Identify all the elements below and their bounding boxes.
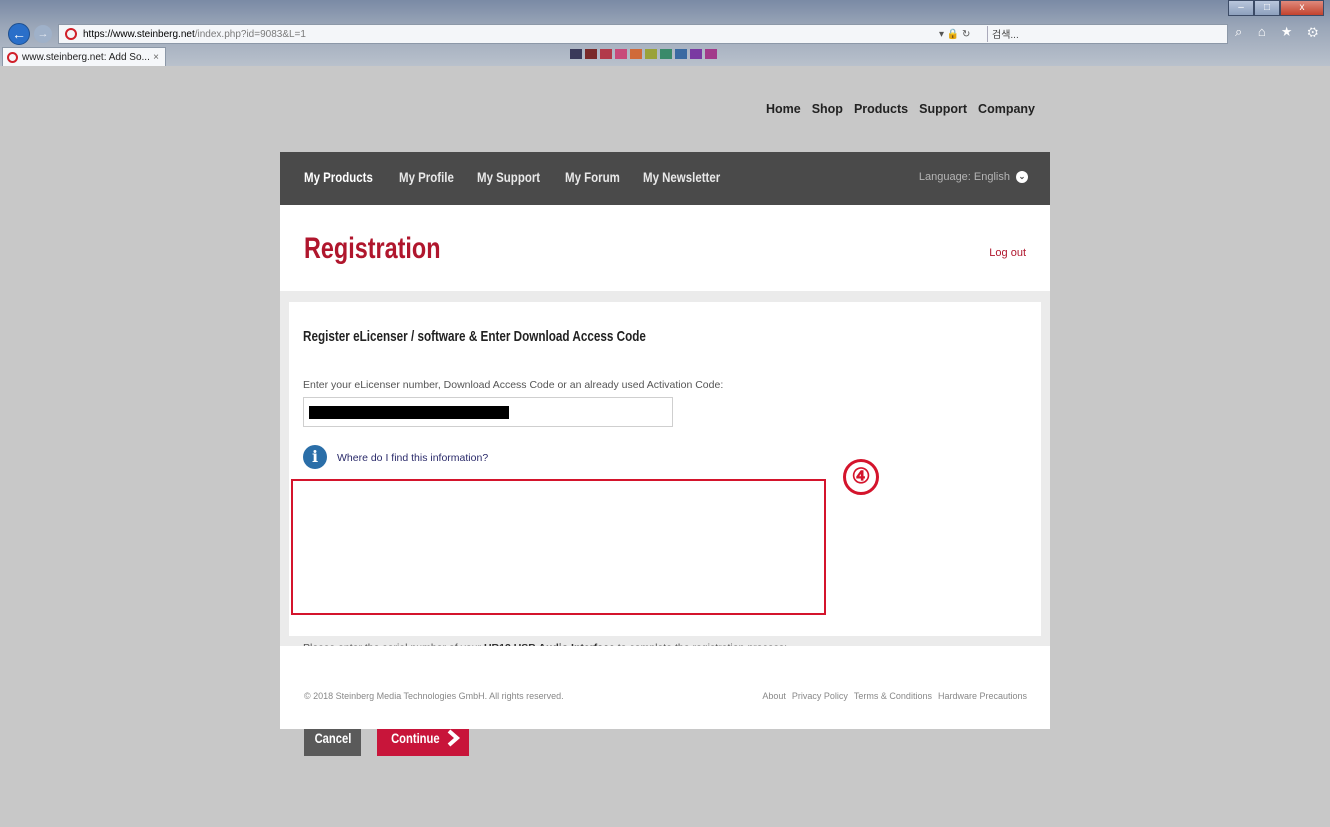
favorite-icon[interactable] bbox=[600, 49, 612, 59]
tab-favicon-icon bbox=[7, 51, 18, 63]
favorite-icon[interactable] bbox=[585, 49, 597, 59]
chevron-right-icon bbox=[447, 729, 461, 747]
nav-products[interactable]: Products bbox=[854, 102, 908, 116]
close-window-button[interactable]: x bbox=[1280, 0, 1324, 16]
nav-shop[interactable]: Shop bbox=[812, 102, 843, 116]
favorite-icon[interactable] bbox=[570, 49, 582, 59]
favorite-icon[interactable] bbox=[630, 49, 642, 59]
footer-link-terms[interactable]: Terms & Conditions bbox=[854, 691, 932, 701]
nav-home[interactable]: Home bbox=[766, 102, 801, 116]
back-button[interactable]: ← bbox=[8, 23, 30, 45]
tab-close-icon[interactable]: × bbox=[153, 52, 159, 63]
minimize-button[interactable]: – bbox=[1228, 0, 1254, 16]
continue-label: Continue bbox=[391, 730, 440, 746]
favorite-icon[interactable] bbox=[615, 49, 627, 59]
address-row: ← → https://www.steinberg.net /index.php… bbox=[0, 22, 1330, 46]
favorite-icon[interactable] bbox=[645, 49, 657, 59]
url-path: /index.php?id=9083&L=1 bbox=[194, 28, 306, 40]
favorite-icon[interactable] bbox=[705, 49, 717, 59]
browser-tab[interactable]: www.steinberg.net: Add So... × bbox=[2, 47, 166, 66]
footer-link-privacy[interactable]: Privacy Policy bbox=[792, 691, 848, 701]
maximize-button[interactable]: □ bbox=[1254, 0, 1280, 16]
account-panel: My Products My Profile My Support My For… bbox=[280, 152, 1050, 756]
account-nav-bar: My Products My Profile My Support My For… bbox=[280, 152, 1050, 205]
url-host: https://www.steinberg.net bbox=[83, 28, 195, 40]
favorite-icon[interactable] bbox=[690, 49, 702, 59]
tab-title: www.steinberg.net: Add So... bbox=[22, 51, 150, 63]
arrow-left-icon: ← bbox=[12, 26, 26, 42]
favorite-icon[interactable] bbox=[660, 49, 672, 59]
page-footer: © 2018 Steinberg Media Technologies GmbH… bbox=[280, 646, 1050, 729]
language-selector[interactable]: Language: English ⌄ bbox=[919, 171, 1028, 183]
tab-my-products[interactable]: My Products bbox=[304, 169, 373, 185]
window-controls: – □ x bbox=[1228, 0, 1324, 18]
language-label: Language: English bbox=[918, 171, 1010, 183]
site-favicon-icon bbox=[65, 28, 77, 40]
logout-link[interactable]: Log out bbox=[989, 247, 1026, 259]
tab-my-forum[interactable]: My Forum bbox=[565, 169, 620, 185]
cancel-label: Cancel bbox=[314, 730, 351, 746]
tab-my-support[interactable]: My Support bbox=[477, 169, 540, 185]
address-tools-icon[interactable]: ▾ 🔒 ↻ bbox=[939, 29, 970, 40]
info-link[interactable]: Where do I find this information? bbox=[337, 452, 488, 464]
browser-toolbar-icons[interactable]: ⌕ ⌂ ★ ⚙ bbox=[1235, 24, 1324, 40]
nav-company[interactable]: Company bbox=[978, 102, 1035, 116]
favorites-bar bbox=[570, 49, 717, 59]
tab-my-newsletter[interactable]: My Newsletter bbox=[643, 169, 720, 185]
address-bar[interactable]: https://www.steinberg.net /index.php?id=… bbox=[58, 24, 1228, 44]
annotation-highlight-box bbox=[291, 479, 826, 615]
account-nav: My Products My Profile My Support My For… bbox=[304, 169, 737, 185]
step-marker: ④ bbox=[843, 459, 879, 495]
footer-link-hardware[interactable]: Hardware Precautions bbox=[938, 691, 1027, 701]
favorite-icon[interactable] bbox=[675, 49, 687, 59]
info-icon[interactable]: i bbox=[303, 445, 327, 469]
chevron-down-icon: ⌄ bbox=[1016, 171, 1028, 183]
page-title: Registration bbox=[304, 232, 441, 265]
browser-chrome: – □ x ← → https://www.steinberg.net /ind… bbox=[0, 0, 1330, 66]
footer-link-about[interactable]: About bbox=[762, 691, 786, 701]
tab-row: www.steinberg.net: Add So... × bbox=[0, 47, 1330, 66]
tab-my-profile[interactable]: My Profile bbox=[399, 169, 454, 185]
site-top-nav: Home Shop Products Support Company bbox=[766, 102, 1035, 116]
section-title: Register eLicenser / software & Enter Do… bbox=[303, 328, 646, 345]
footer-links: About Privacy Policy Terms & Conditions … bbox=[762, 691, 1027, 701]
page-header: Registration Log out bbox=[280, 205, 1050, 291]
forward-button[interactable]: → bbox=[34, 25, 52, 43]
code-field-label: Enter your eLicenser number, Download Ac… bbox=[303, 379, 724, 391]
nav-support[interactable]: Support bbox=[919, 102, 967, 116]
arrow-right-icon: → bbox=[37, 28, 49, 40]
access-code-input[interactable] bbox=[303, 397, 673, 427]
copyright: © 2018 Steinberg Media Technologies GmbH… bbox=[304, 691, 564, 701]
redacted-value bbox=[309, 406, 509, 419]
